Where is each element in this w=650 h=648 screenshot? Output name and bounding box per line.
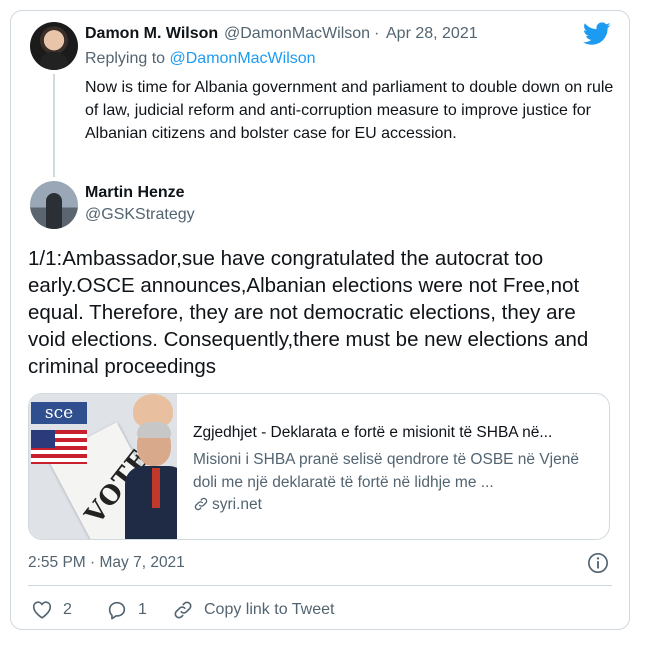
author-handle[interactable]: @GSKStrategy [85,206,195,224]
replying-label: Replying to [85,50,166,67]
osce-logo: sce [31,402,87,424]
link-thumbnail: VOTE sce [29,394,177,539]
link-title[interactable]: Zgjedhjet - Deklarata e fortë e misionit… [193,424,552,442]
thread-line [53,74,55,177]
like-count: 2 [63,601,72,618]
reply-button[interactable]: 1 [106,598,147,622]
tweet-text: 1/1:Ambassador,sue have congratulated th… [28,247,589,378]
link-preview-card[interactable]: VOTE sce Zgjedhjet - Deklarata e fortë e… [28,393,610,540]
avatar[interactable] [30,22,78,70]
link-description: Misioni i SHBA pranë selisë qendrore të … [193,451,579,491]
parent-author-name[interactable]: Damon M. Wilson [85,25,218,43]
link-domain-text: syri.net [212,496,262,513]
link-domain: syri.net [193,496,262,514]
parent-date[interactable]: Apr 28, 2021 [386,25,478,43]
twitter-bird-icon[interactable] [583,22,611,46]
reply-bubble-icon [108,601,126,620]
copy-link-button[interactable]: Copy link to Tweet [172,598,334,622]
us-flag-icon [31,430,87,464]
link-icon [174,601,192,619]
tweet-timestamp[interactable]: 2:55 PM · May 7, 2021 [28,554,185,572]
reply-count: 1 [138,601,147,618]
parent-tweet-text: Now is time for Albania government and p… [85,79,614,142]
link-icon [194,497,208,511]
person-photo [125,422,177,539]
author-name[interactable]: Martin Henze [85,184,185,202]
info-icon[interactable] [587,552,609,574]
divider [28,585,612,586]
replying-handle-link[interactable]: @DamonMacWilson [170,50,316,67]
copy-link-label: Copy link to Tweet [204,601,335,618]
like-button[interactable]: 2 [31,598,72,622]
replying-to: Replying to @DamonMacWilson [85,50,316,68]
parent-author-handle[interactable]: @DamonMacWilson [224,25,370,43]
separator: · [374,25,380,42]
heart-icon [32,601,52,619]
avatar[interactable] [30,181,78,229]
